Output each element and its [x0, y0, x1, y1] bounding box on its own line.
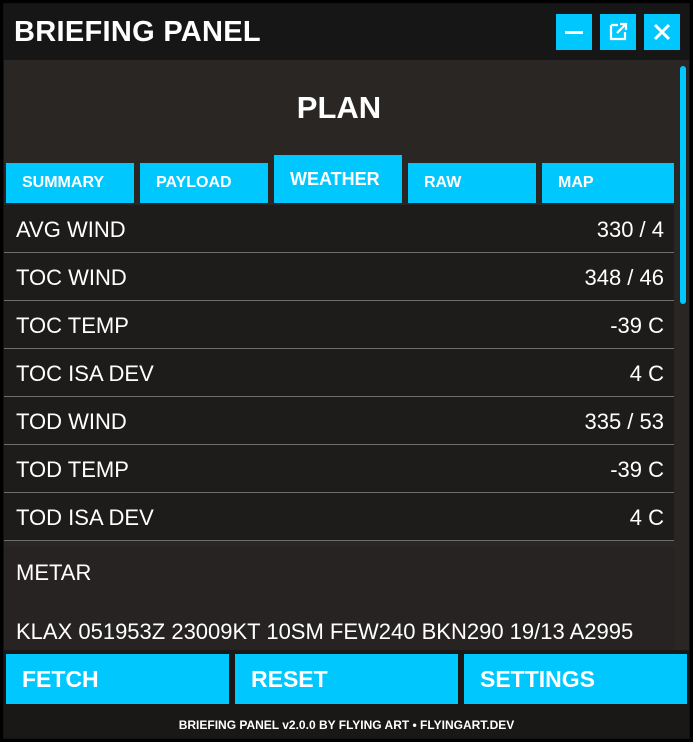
footer-credit: BRIEFING PANEL v2.0.0 BY FLYING ART • FL… — [178, 718, 515, 732]
tab-summary[interactable]: SUMMARY — [6, 163, 134, 203]
action-bar: FETCH RESET SETTINGS BRIEFING PANEL v2.0… — [4, 650, 689, 738]
row-value: -39 C — [610, 313, 664, 338]
metar-label: METAR — [16, 560, 92, 585]
row-label: TOD TEMP — [16, 457, 129, 482]
row-value: -39 C — [610, 457, 664, 482]
row-label: AVG WIND — [16, 217, 126, 242]
popout-button[interactable] — [600, 14, 636, 50]
table-row: TOD TEMP -39 C — [4, 445, 674, 493]
row-label: TOD WIND — [16, 409, 127, 434]
close-icon — [653, 23, 671, 41]
tab-weather[interactable]: WEATHER — [274, 155, 402, 203]
tab-payload[interactable]: PAYLOAD — [140, 163, 268, 203]
table-row: TOC WIND 348 / 46 — [4, 253, 674, 301]
row-label: TOC ISA DEV — [16, 361, 154, 386]
table-row: AVG WIND 330 / 4 — [4, 205, 674, 253]
briefing-panel-window: BRIEFING PANEL PLAN SUMMARY PAYLOAD WEAT… — [3, 3, 690, 739]
tab-map[interactable]: MAP — [542, 163, 674, 203]
tab-bar: SUMMARY PAYLOAD WEATHER RAW MAP — [6, 153, 674, 203]
scrollbar-thumb[interactable] — [680, 66, 686, 304]
row-value: 4 C — [629, 361, 664, 386]
close-button[interactable] — [644, 14, 680, 50]
table-row: TOC ISA DEV 4 C — [4, 349, 674, 397]
minimize-button[interactable] — [556, 14, 592, 50]
row-value: 348 / 46 — [584, 265, 664, 290]
weather-table: AVG WIND 330 / 4 TOC WIND 348 / 46 TOC T… — [4, 205, 674, 541]
title-bar: BRIEFING PANEL — [4, 4, 689, 60]
metar-text: KLAX 051953Z 23009KT 10SM FEW240 BKN290 … — [16, 619, 634, 644]
table-row: TOD WIND 335 / 53 — [4, 397, 674, 445]
table-row: TOD ISA DEV 4 C — [4, 493, 674, 541]
table-row: TOC TEMP -39 C — [4, 301, 674, 349]
row-label: TOD ISA DEV — [16, 505, 154, 530]
minimize-icon — [565, 31, 583, 34]
row-value: 335 / 53 — [584, 409, 664, 434]
row-value: 330 / 4 — [596, 217, 664, 242]
window-title: BRIEFING PANEL — [14, 16, 261, 48]
row-label: TOC WIND — [16, 265, 127, 290]
fetch-button[interactable]: FETCH — [6, 654, 229, 704]
settings-button[interactable]: SETTINGS — [464, 654, 687, 704]
panel-content: PLAN SUMMARY PAYLOAD WEATHER RAW MAP AVG… — [4, 60, 689, 650]
metar-section: METAR KLAX 051953Z 23009KT 10SM FEW240 B… — [4, 547, 674, 650]
external-window-icon — [609, 22, 628, 41]
tab-raw[interactable]: RAW — [408, 163, 536, 203]
plan-heading: PLAN — [296, 90, 382, 125]
reset-button[interactable]: RESET — [235, 654, 458, 704]
row-label: TOC TEMP — [16, 313, 129, 338]
row-value: 4 C — [629, 505, 664, 530]
